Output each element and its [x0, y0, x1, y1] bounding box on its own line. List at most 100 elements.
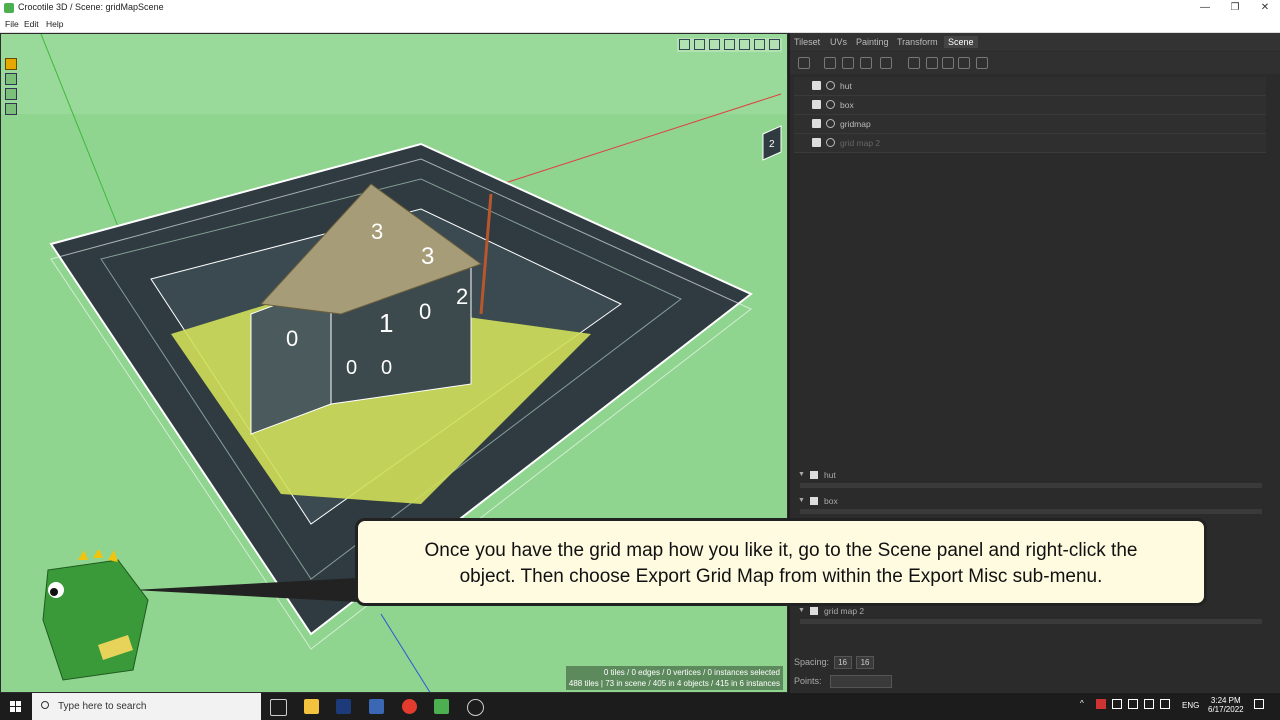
maximize-button[interactable]: ❐: [1220, 0, 1250, 16]
cube-icon: [812, 138, 821, 147]
move-down-icon[interactable]: [942, 57, 954, 69]
tree-item-box[interactable]: box: [794, 96, 1266, 115]
notification-icon[interactable]: [1254, 699, 1264, 709]
points-row: Points:: [794, 675, 893, 688]
group-label: grid map 2: [824, 606, 865, 616]
crocotile-icon[interactable]: [434, 699, 449, 714]
battery-icon[interactable]: [1112, 699, 1122, 709]
tile-number: 0: [286, 326, 298, 351]
box-select-icon[interactable]: [694, 39, 705, 50]
select-icon[interactable]: [679, 39, 690, 50]
new-instance-icon[interactable]: [842, 57, 854, 69]
app-icon[interactable]: [467, 699, 484, 716]
tab-scene[interactable]: Scene: [944, 36, 978, 48]
eye-icon[interactable]: [826, 81, 835, 90]
scene-stats: 488 tiles | 73 in scene / 405 in 4 objec…: [568, 679, 780, 688]
viewport-status: 0 tiles / 0 edges / 0 vertices / 0 insta…: [565, 666, 783, 690]
points-label: Points:: [794, 675, 822, 686]
search-icon: [41, 701, 49, 709]
eye-icon[interactable]: [826, 119, 835, 128]
crocodile-mascot: [42, 550, 149, 681]
spacing-y-input[interactable]: 16: [856, 656, 875, 669]
expand-icon[interactable]: ▼: [798, 607, 805, 614]
tree-item-gridmap[interactable]: gridmap: [794, 115, 1266, 134]
window-title: Crocotile 3D / Scene: gridMapScene: [18, 2, 164, 12]
cube-icon: [810, 497, 818, 505]
move-up-icon[interactable]: [926, 57, 938, 69]
windows-logo-icon: [16, 707, 21, 712]
menu-help[interactable]: Help: [46, 19, 63, 29]
new-object-icon[interactable]: [824, 57, 836, 69]
tab-uvs[interactable]: UVs: [830, 37, 847, 47]
callout-line-2: object. Then choose Export Grid Map from…: [459, 566, 1103, 587]
group-bar: [800, 509, 1262, 514]
callout-line-1: Once you have the grid map how you like …: [424, 540, 1138, 561]
expand-icon[interactable]: ▼: [798, 471, 805, 478]
tree-item-label: hut: [840, 81, 852, 91]
taskbar-search[interactable]: Type here to search: [32, 693, 261, 720]
network-icon[interactable]: [1144, 699, 1154, 709]
tab-tileset[interactable]: Tileset: [794, 37, 820, 47]
selection-status: 0 tiles / 0 edges / 0 vertices / 0 insta…: [603, 668, 780, 677]
language-indicator[interactable]: ENG: [1182, 701, 1199, 710]
tutorial-callout: Once you have the grid map how you like …: [355, 518, 1207, 606]
title-bar: Crocotile 3D / Scene: gridMapScene — ❐ ✕: [0, 0, 1280, 16]
scene-toolbar: [790, 52, 1280, 74]
group-bar: [800, 483, 1262, 488]
windows-logo-icon: [16, 701, 21, 706]
edge-mode-icon[interactable]: [5, 73, 17, 85]
app-icon: [4, 3, 14, 13]
callout-pointer: [133, 578, 358, 602]
expand-icon[interactable]: ▼: [798, 497, 805, 504]
tray-chevron-icon[interactable]: ^: [1080, 699, 1084, 708]
scale-icon[interactable]: [739, 39, 750, 50]
menu-icon[interactable]: [798, 57, 810, 69]
scene-tree: hut box gridmap grid map 2: [794, 77, 1266, 153]
move-icon[interactable]: [709, 39, 720, 50]
tab-transform[interactable]: Transform: [897, 37, 938, 47]
windows-logo-icon: [10, 707, 15, 712]
task-view-icon[interactable]: [270, 699, 287, 716]
menu-edit[interactable]: Edit: [24, 19, 39, 29]
eye-icon[interactable]: [826, 100, 835, 109]
spacing-x-input[interactable]: 16: [833, 656, 852, 669]
eye-closed-icon[interactable]: [826, 138, 835, 147]
collapse-icon[interactable]: [908, 57, 920, 69]
tray-app-icon[interactable]: [1096, 699, 1106, 709]
volume-icon[interactable]: [1128, 699, 1138, 709]
viewport-left-toolbar: [5, 58, 19, 118]
properties-group-hut[interactable]: ▼ hut: [794, 465, 1266, 491]
light-icon[interactable]: [880, 57, 892, 69]
minimize-button[interactable]: —: [1190, 0, 1220, 16]
menu-bar: File Edit Help: [0, 16, 1280, 33]
redo-icon[interactable]: [769, 39, 780, 50]
tree-item-grid-map-2[interactable]: grid map 2: [794, 134, 1266, 153]
camera-icon[interactable]: [860, 57, 872, 69]
start-button[interactable]: [0, 693, 32, 720]
clock[interactable]: 3:24 PM 6/17/2022: [1208, 696, 1244, 714]
file-explorer-icon[interactable]: [304, 699, 319, 714]
tile-number: 0: [346, 357, 357, 379]
spacing-row: Spacing: 16 16: [794, 656, 875, 669]
undo-icon[interactable]: [754, 39, 765, 50]
pen-icon[interactable]: [1160, 699, 1170, 709]
properties-group-box[interactable]: ▼ box: [794, 491, 1266, 517]
close-button[interactable]: ✕: [1250, 0, 1280, 16]
lock-icon[interactable]: [958, 57, 970, 69]
photoshop-icon[interactable]: [336, 699, 351, 714]
object-mode-icon[interactable]: [5, 103, 17, 115]
delete-icon[interactable]: [976, 57, 988, 69]
tile-mode-icon[interactable]: [5, 58, 17, 70]
tile-number: 1: [379, 308, 393, 338]
menu-file[interactable]: File: [5, 19, 19, 29]
panel-tabs: Tileset UVs Painting Transform Scene: [790, 33, 1280, 51]
vertex-mode-icon[interactable]: [5, 88, 17, 100]
app-icon[interactable]: [369, 699, 384, 714]
tree-item-hut[interactable]: hut: [794, 77, 1266, 96]
tile-number: 0: [419, 299, 431, 324]
tab-painting[interactable]: Painting: [856, 37, 889, 47]
group-label: box: [824, 496, 838, 506]
rotate-icon[interactable]: [724, 39, 735, 50]
chrome-icon[interactable]: [402, 699, 417, 714]
points-select[interactable]: [830, 675, 893, 688]
